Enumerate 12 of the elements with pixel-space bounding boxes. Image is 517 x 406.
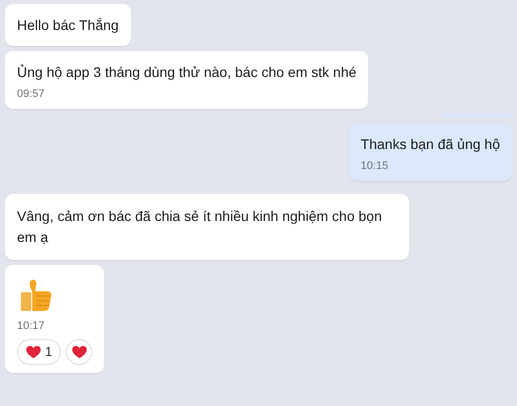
message-text: Vâng, cảm ơn bác đã chia sẻ ít nhiều kinh nghiệm cho bọn em ạ: [17, 207, 383, 247]
message-text: Ủng hộ app 3 tháng dùng thử nào, bác cho em stk nhé: [17, 63, 356, 81]
message-time: 10:15: [360, 159, 390, 173]
message-time: 10:17: [17, 319, 46, 333]
reaction-button[interactable]: [66, 339, 92, 365]
message-text: Hello bác Thắng: [17, 16, 119, 34]
reaction-count[interactable]: 1: [17, 339, 62, 365]
message-text: Thanks bạn đã ủng hộ: [360, 135, 500, 153]
message-time: 09:57: [17, 87, 46, 101]
heart-icon: [72, 346, 87, 358]
thumbs-up-icon: [19, 277, 53, 313]
heart-icon: [26, 346, 41, 358]
